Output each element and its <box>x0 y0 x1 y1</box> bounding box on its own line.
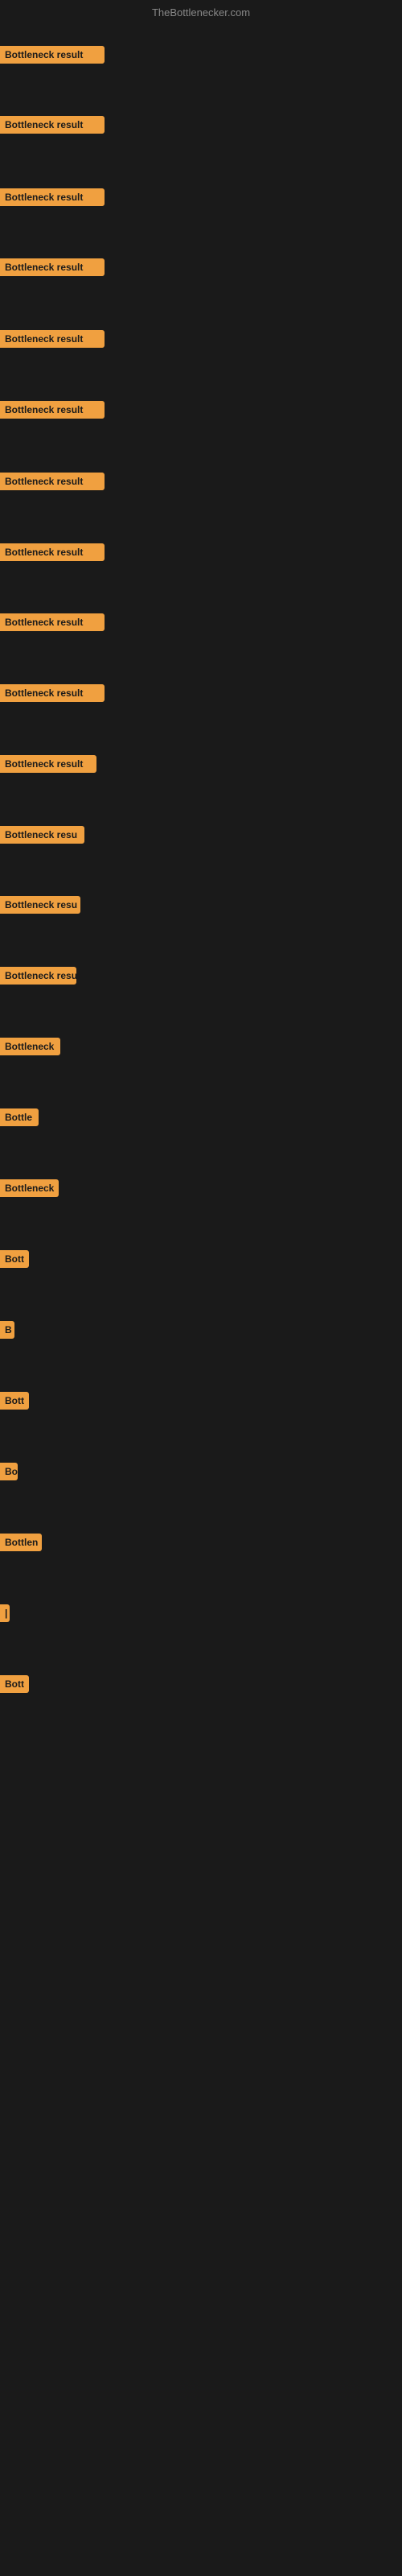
bottleneck-result-label: Bottleneck <box>0 1179 59 1197</box>
bottleneck-result-label: Bott <box>0 1250 29 1268</box>
bottleneck-result-label: Bottleneck result <box>0 543 105 561</box>
bottleneck-result-label: Bottleneck result <box>0 473 105 490</box>
bottleneck-result-label: Bottleneck result <box>0 330 105 348</box>
bottleneck-result-label: B <box>0 1321 14 1339</box>
bottleneck-result-label: Bottle <box>0 1108 39 1126</box>
bottleneck-result-label: Bottleneck result <box>0 684 105 702</box>
bottleneck-result-label: Bottleneck result <box>0 188 105 206</box>
bottleneck-result-label: | <box>0 1604 10 1622</box>
bottleneck-result-label: Bott <box>0 1392 29 1410</box>
bottleneck-result-label: Bottleneck result <box>0 46 105 64</box>
bottleneck-result-label: Bottlen <box>0 1534 42 1551</box>
bottleneck-result-label: Bottleneck resu <box>0 967 76 985</box>
bottleneck-result-label: Bo <box>0 1463 18 1480</box>
bottleneck-result-label: Bottleneck resu <box>0 826 84 844</box>
bottleneck-result-label: Bottleneck resu <box>0 896 80 914</box>
bottleneck-result-label: Bottleneck result <box>0 401 105 419</box>
bottleneck-result-label: Bottleneck <box>0 1038 60 1055</box>
bottleneck-result-label: Bott <box>0 1675 29 1693</box>
site-title: TheBottlenecker.com <box>152 6 250 19</box>
bottleneck-result-label: Bottleneck result <box>0 755 96 773</box>
bottleneck-result-label: Bottleneck result <box>0 258 105 276</box>
bottleneck-result-label: Bottleneck result <box>0 116 105 134</box>
bottleneck-result-label: Bottleneck result <box>0 613 105 631</box>
